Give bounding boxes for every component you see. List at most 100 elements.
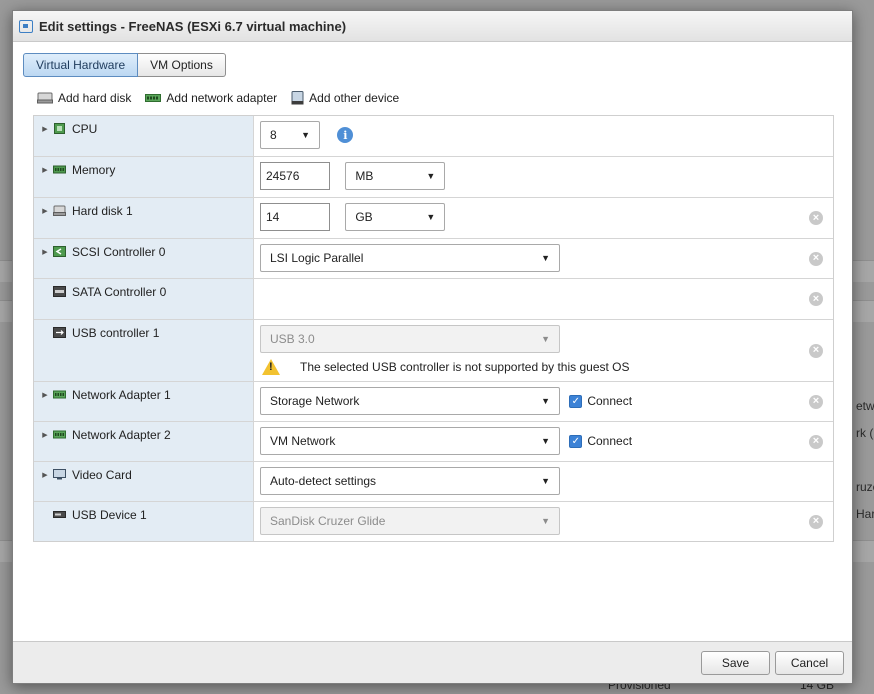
other-device-icon — [291, 91, 304, 105]
remove-device-icon[interactable]: × — [809, 434, 823, 449]
network-adapter-icon — [145, 94, 162, 102]
remove-device-icon[interactable]: × — [809, 343, 823, 358]
usb-device-select: SanDisk Cruzer Glide ▼ — [260, 507, 560, 535]
memory-icon — [53, 165, 66, 174]
video-card-icon — [53, 469, 66, 480]
scsi-controller-icon — [53, 246, 66, 257]
device-value-cell: × — [254, 279, 833, 319]
tab-virtual-hardware[interactable]: Virtual Hardware — [23, 53, 139, 77]
expand-arrow-icon[interactable]: ▶ — [40, 164, 50, 176]
usb-device-icon — [53, 511, 66, 518]
device-label-cell: USB Device 1 — [34, 502, 254, 541]
device-label-cell: ▶ Memory — [34, 157, 254, 197]
dropdown-arrow-icon: ▼ — [541, 396, 550, 406]
device-row-hard-disk: ▶ Hard disk 1 GB ▼ × — [34, 197, 833, 238]
expander-placeholder — [40, 509, 50, 521]
cpu-icon — [54, 123, 65, 134]
device-value-cell: MB ▼ — [254, 157, 833, 197]
device-row-sata-controller: SATA Controller 0 × — [34, 278, 833, 319]
sata-controller-icon — [53, 286, 66, 297]
usb-warning: The selected USB controller is not suppo… — [262, 359, 833, 375]
device-row-memory: ▶ Memory MB ▼ — [34, 156, 833, 197]
device-value-cell: Auto-detect settings ▼ — [254, 462, 833, 501]
dropdown-arrow-icon: ▼ — [541, 516, 550, 526]
expand-arrow-icon[interactable]: ▶ — [40, 429, 50, 441]
remove-device-icon[interactable]: × — [809, 514, 823, 529]
add-hard-disk-button[interactable]: Add hard disk — [37, 91, 131, 105]
hard-disk-label: Hard disk 1 — [72, 204, 133, 218]
hard-disk-icon — [53, 205, 66, 216]
hard-disk-size-input[interactable] — [260, 203, 330, 231]
expand-arrow-icon[interactable]: ▶ — [40, 123, 50, 135]
add-network-adapter-button[interactable]: Add network adapter — [145, 91, 277, 105]
dropdown-arrow-icon: ▼ — [541, 334, 550, 344]
network-adapter-1-select[interactable]: Storage Network ▼ — [260, 387, 560, 415]
device-row-network-adapter-1: ▶ Network Adapter 1 Storage Network ▼ ✓ … — [34, 381, 833, 421]
remove-device-icon[interactable]: × — [809, 211, 823, 225]
scsi-controller-type-select[interactable]: LSI Logic Parallel ▼ — [260, 244, 560, 272]
network-adapter-2-label: Network Adapter 2 — [72, 428, 171, 442]
usb-controller-type-select: USB 3.0 ▼ — [260, 325, 560, 353]
dropdown-arrow-icon: ▼ — [426, 171, 436, 181]
cpu-count-value: 8 — [270, 128, 277, 142]
video-card-label: Video Card — [72, 468, 132, 482]
dialog-titlebar: Edit settings - FreeNAS (ESXi 6.7 virtua… — [13, 11, 852, 42]
cpu-count-select[interactable]: 8 ▼ — [260, 121, 320, 149]
dropdown-arrow-icon: ▼ — [541, 253, 550, 263]
memory-label: Memory — [72, 163, 116, 177]
tab-bar: Virtual Hardware VM Options — [23, 53, 226, 77]
expand-arrow-icon[interactable]: ▶ — [40, 389, 50, 401]
device-row-usb-controller: USB controller 1 USB 3.0 ▼ The selected … — [34, 319, 833, 381]
device-value-cell: VM Network ▼ ✓ Connect × — [254, 422, 833, 461]
background-text: ruze — [856, 480, 874, 494]
hard-disk-unit-select[interactable]: GB ▼ — [345, 203, 446, 231]
add-other-device-button[interactable]: Add other device — [291, 91, 399, 105]
video-card-select[interactable]: Auto-detect settings ▼ — [260, 467, 560, 495]
hard-disk-unit-value: GB — [355, 210, 373, 224]
tab-vm-options[interactable]: VM Options — [138, 53, 226, 77]
connect-label: Connect — [587, 394, 633, 408]
usb-warning-text: The selected USB controller is not suppo… — [300, 360, 630, 374]
usb-device-value: SanDisk Cruzer Glide — [270, 514, 386, 528]
background-text: Har — [856, 507, 874, 521]
cancel-button[interactable]: Cancel — [775, 651, 844, 675]
network-adapter-icon — [53, 390, 66, 399]
dropdown-arrow-icon: ▼ — [301, 130, 310, 140]
add-other-device-label: Add other device — [309, 91, 400, 105]
device-value-cell: USB 3.0 ▼ The selected USB controller is… — [254, 320, 833, 381]
expander-placeholder — [40, 286, 50, 298]
device-label-cell: SATA Controller 0 — [34, 279, 254, 319]
network-adapter-2-value: VM Network — [270, 434, 336, 448]
usb-controller-label: USB controller 1 — [72, 326, 160, 340]
checkmark-icon: ✓ — [569, 434, 583, 448]
save-button[interactable]: Save — [701, 651, 770, 675]
device-row-scsi-controller: ▶ SCSI Controller 0 LSI Logic Parallel ▼… — [34, 238, 833, 278]
device-row-usb-device: USB Device 1 SanDisk Cruzer Glide ▼ × — [34, 501, 833, 541]
network-adapter-icon — [53, 430, 66, 439]
device-label-cell: ▶ Hard disk 1 — [34, 198, 254, 238]
device-row-video-card: ▶ Video Card Auto-detect settings ▼ — [34, 461, 833, 501]
vm-settings-icon — [19, 19, 33, 33]
cpu-label: CPU — [72, 122, 98, 136]
connect-label: Connect — [587, 434, 633, 448]
network-adapter-1-connect-checkbox[interactable]: ✓ Connect — [569, 387, 632, 415]
remove-device-icon[interactable]: × — [809, 251, 823, 266]
usb-controller-type-value: USB 3.0 — [270, 332, 315, 346]
remove-device-icon[interactable]: × — [809, 394, 823, 409]
sata-controller-label: SATA Controller 0 — [72, 285, 167, 299]
device-value-cell: LSI Logic Parallel ▼ × — [254, 239, 833, 278]
device-value-cell: GB ▼ × — [254, 198, 833, 238]
device-value-cell: Storage Network ▼ ✓ Connect × — [254, 382, 833, 421]
expand-arrow-icon[interactable]: ▶ — [40, 205, 50, 217]
network-adapter-2-select[interactable]: VM Network ▼ — [260, 427, 560, 455]
expand-arrow-icon[interactable]: ▶ — [40, 469, 50, 481]
dropdown-arrow-icon: ▼ — [541, 476, 550, 486]
hardware-toolbar: Add hard disk Add network adapter Add ot… — [37, 91, 413, 105]
network-adapter-2-connect-checkbox[interactable]: ✓ Connect — [569, 427, 632, 455]
expand-arrow-icon[interactable]: ▶ — [40, 246, 50, 258]
memory-unit-select[interactable]: MB ▼ — [345, 162, 446, 190]
device-label-cell: ▶ Network Adapter 2 — [34, 422, 254, 461]
memory-size-input[interactable] — [260, 162, 330, 190]
info-icon[interactable]: i — [337, 127, 354, 143]
remove-device-icon[interactable]: × — [809, 292, 823, 306]
